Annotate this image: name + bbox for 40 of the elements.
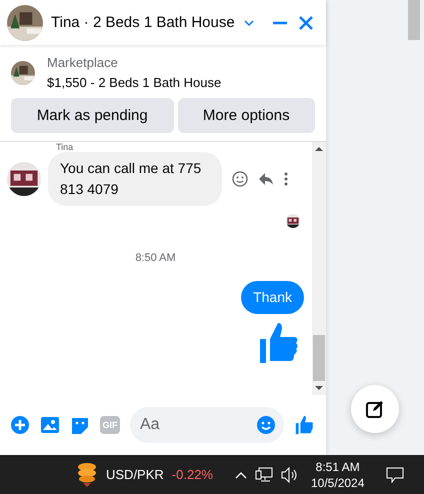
clock-date[interactable]: 10/5/2024 [311,474,364,490]
message-field[interactable]: Aa [130,407,284,443]
close-icon[interactable] [296,14,315,32]
clock-time[interactable]: 8:51 AM [316,458,360,474]
scrollbar[interactable] [312,142,326,395]
action-button[interactable]: More options [178,98,315,133]
chevron-up-icon[interactable] [235,470,247,478]
listing-source: Marketplace [47,55,119,70]
avatar [7,162,41,196]
network-icon[interactable] [255,466,273,482]
timestamp: 8:50 AM [135,252,176,264]
currency-pair: USD/PKR [106,467,164,482]
notification-icon[interactable] [386,466,404,482]
avatar [7,4,43,40]
volume-icon[interactable] [281,466,299,482]
reply-icon[interactable] [258,172,274,186]
message-bubble: You can call me at 775 813 4079 [48,152,222,206]
more-icon[interactable] [284,172,288,186]
scroll-down-icon[interactable] [315,385,323,391]
listing-thumbnail [11,60,35,84]
chevron-down-icon[interactable] [242,18,255,26]
emoji-icon[interactable] [232,171,248,187]
action-button[interactable]: Mark as pending [11,98,174,133]
sender-name: Tina [56,142,74,152]
photo-icon[interactable] [40,415,60,435]
scrollbar-thumb[interactable] [313,335,325,381]
scroll-up-icon[interactable] [315,146,323,152]
compose-icon [365,399,385,419]
message-bubble: Thank [241,281,304,314]
coins-icon[interactable] [76,462,98,488]
new-message-button[interactable] [351,385,399,433]
chat-title[interactable]: Tina · 2 Beds 1 Bath House [51,14,235,31]
add-icon[interactable] [10,415,30,435]
price-change: -0.22% [172,467,213,482]
avatar [286,214,300,228]
thumbs-up-icon[interactable] [294,414,316,436]
scrollbar-thumb[interactable] [408,0,420,40]
listing-title[interactable]: $1,550 - 2 Beds 1 Bath House [47,75,222,90]
sticker-icon[interactable] [70,415,90,435]
emoji-icon[interactable] [257,416,275,434]
